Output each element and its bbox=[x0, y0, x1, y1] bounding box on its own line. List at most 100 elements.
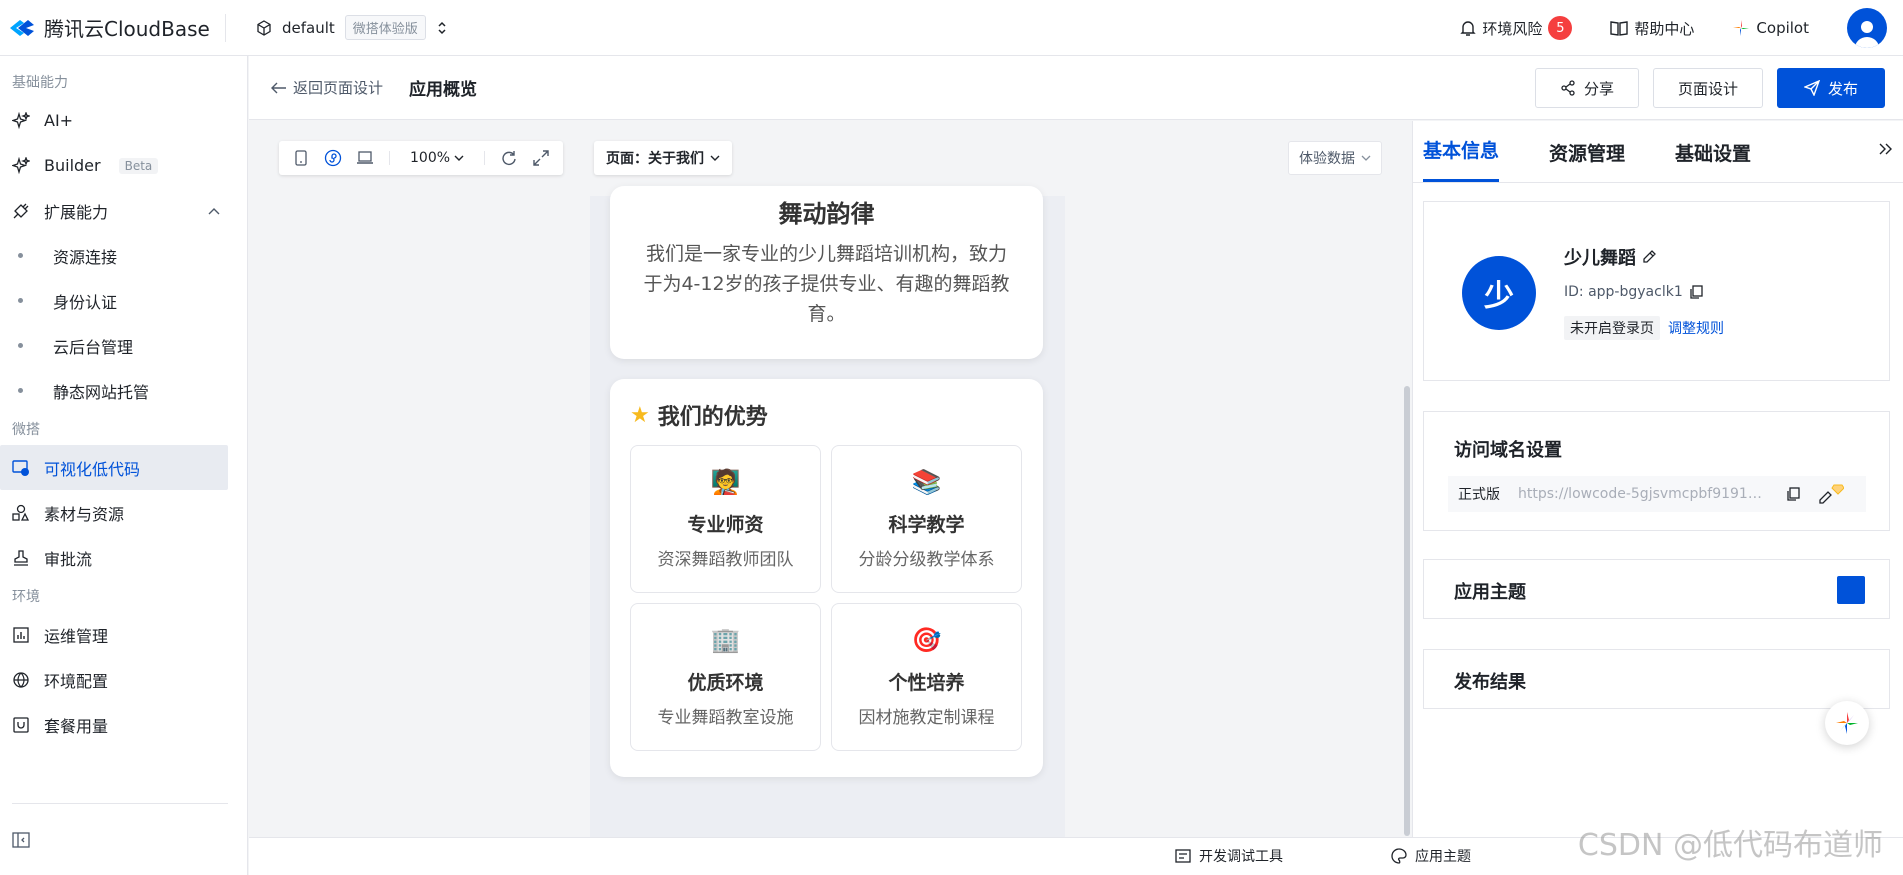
star-icon: ★ bbox=[630, 402, 650, 428]
intro-text: 我们是一家专业的少儿舞蹈培训机构，致力于为4-12岁的孩子提供专业、有趣的舞蹈教… bbox=[643, 243, 1010, 325]
tab-basic-settings[interactable]: 基础设置 bbox=[1675, 139, 1751, 182]
copy-icon[interactable] bbox=[1786, 487, 1800, 501]
sidebar-item-approval[interactable]: 审批流 bbox=[0, 535, 228, 580]
help-center-link[interactable]: 帮助中心 bbox=[1610, 18, 1694, 39]
lowcode-icon bbox=[12, 459, 29, 476]
sparkle-icon bbox=[12, 111, 30, 129]
theme-button[interactable]: 应用主题 bbox=[1391, 846, 1471, 866]
palette-icon bbox=[1391, 848, 1407, 864]
sidebar-item-ops[interactable]: 运维管理 bbox=[0, 612, 228, 657]
miniprogram-view-button[interactable] bbox=[319, 144, 347, 172]
page-select[interactable]: 页面：关于我们 bbox=[594, 141, 732, 175]
feature-card[interactable]: 📚 科学教学 分龄分级教学体系 bbox=[831, 445, 1022, 593]
books-icon: 📚 bbox=[911, 468, 942, 496]
sidebar-item-env-config-label: 环境配置 bbox=[44, 671, 109, 691]
feature-card[interactable]: 🏢 优质环境 专业舞蹈教室设施 bbox=[630, 603, 821, 751]
package-icon bbox=[13, 716, 29, 733]
mobile-view-button[interactable] bbox=[287, 144, 315, 172]
sidebar-item-approval-label: 审批流 bbox=[44, 549, 93, 569]
experience-data-select[interactable]: 体验数据 bbox=[1288, 141, 1382, 175]
page-title: 应用概览 bbox=[409, 80, 478, 100]
bullet-dot bbox=[18, 298, 23, 303]
sidebar-item-resource-connect[interactable]: 资源连接 bbox=[0, 233, 228, 278]
sidebar-item-ai[interactable]: AI+ bbox=[0, 98, 228, 143]
canvas-scrollbar[interactable] bbox=[1404, 386, 1410, 836]
copilot-float-button[interactable] bbox=[1825, 701, 1869, 745]
feature-card[interactable]: 🎯 个性培养 因材施教定制课程 bbox=[831, 603, 1022, 751]
devtools-button[interactable]: 开发调试工具 bbox=[1175, 846, 1283, 866]
advantages-title: 我们的优势 bbox=[657, 405, 768, 430]
section-weida: 微搭 bbox=[12, 422, 40, 438]
tab-resource-management[interactable]: 资源管理 bbox=[1549, 139, 1625, 182]
teacher-icon: 🧑‍🏫 bbox=[710, 468, 741, 496]
double-chevron-right-icon[interactable] bbox=[1879, 143, 1893, 155]
sidebar-item-lowcode-label: 可视化低代码 bbox=[44, 459, 141, 479]
zoom-select[interactable]: 100% bbox=[400, 150, 474, 166]
feature-card[interactable]: 🧑‍🏫 专业师资 资深舞蹈教师团队 bbox=[630, 445, 821, 593]
env-risk-button[interactable]: 环境风险 5 bbox=[1460, 16, 1573, 40]
sidebar-item-builder[interactable]: Builder Beta bbox=[0, 143, 228, 188]
sidebar-item-plan-usage[interactable]: 套餐用量 bbox=[0, 702, 228, 747]
sidebar-item-materials[interactable]: 素材与资源 bbox=[0, 490, 228, 535]
refresh-button[interactable] bbox=[495, 144, 523, 172]
adjust-rules-link[interactable]: 调整规则 bbox=[1668, 318, 1724, 338]
cube-icon bbox=[257, 19, 271, 36]
sidebar-collapse-icon[interactable] bbox=[12, 832, 30, 848]
copilot-label: Copilot bbox=[1756, 19, 1809, 37]
design-canvas: 100% 页面：关于我们 体验数据 舞动韵律 我们是一家专业的少儿舞蹈培训机构，… bbox=[249, 121, 1412, 837]
phone-preview: 舞动韵律 我们是一家专业的少儿舞蹈培训机构，致力于为4-12岁的孩子提供专业、有… bbox=[590, 186, 1065, 837]
sidebar-item-extensions-label: 扩展能力 bbox=[44, 202, 109, 222]
back-to-page-design-link[interactable]: 返回页面设计 bbox=[271, 77, 383, 98]
env-selector[interactable]: default 微搭体验版 bbox=[256, 15, 448, 40]
login-status-tag: 未开启登录页 bbox=[1564, 316, 1660, 340]
sidebar-item-materials-label: 素材与资源 bbox=[44, 504, 125, 524]
app-avatar: 少 bbox=[1462, 256, 1536, 330]
intro-title: 舞动韵律 bbox=[778, 200, 875, 228]
pencil-icon[interactable] bbox=[1642, 250, 1656, 264]
sidebar-item-extensions[interactable]: 扩展能力 bbox=[0, 188, 228, 233]
desktop-view-button[interactable] bbox=[351, 144, 379, 172]
publish-button[interactable]: 发布 bbox=[1776, 68, 1885, 108]
sidebar-item-auth[interactable]: 身份认证 bbox=[0, 278, 228, 323]
devtools-label: 开发调试工具 bbox=[1199, 849, 1283, 865]
app-id-row: ID: app-bgyaclk1 bbox=[1564, 284, 1703, 300]
app-theme-card[interactable]: 应用主题 bbox=[1423, 559, 1890, 619]
edit-premium-icon[interactable] bbox=[1818, 483, 1844, 505]
preview-toolbar: 100% bbox=[279, 141, 564, 175]
theme-color-swatch[interactable] bbox=[1837, 576, 1865, 604]
sidebar-item-ai-label: AI+ bbox=[44, 111, 74, 130]
copy-icon[interactable] bbox=[1689, 285, 1703, 299]
copilot-button[interactable]: Copilot bbox=[1732, 19, 1809, 37]
globe-icon bbox=[13, 671, 29, 688]
page-design-button[interactable]: 页面设计 bbox=[1652, 68, 1763, 108]
publish-label: 发布 bbox=[1827, 79, 1858, 98]
sidebar-item-env-config[interactable]: 环境配置 bbox=[0, 657, 228, 702]
sparkle-icon bbox=[12, 156, 30, 174]
sidebar-item-static-hosting-label: 静态网站托管 bbox=[53, 382, 150, 402]
feature-desc: 分龄分级教学体系 bbox=[858, 550, 995, 570]
share-label: 分享 bbox=[1583, 79, 1614, 98]
brand[interactable]: 腾讯云CloudBase bbox=[0, 13, 226, 42]
feature-desc: 专业舞蹈教室设施 bbox=[657, 708, 794, 728]
fullscreen-button[interactable] bbox=[527, 144, 555, 172]
domain-url[interactable]: https://lowcode-5gjsvmcpbf91914b... bbox=[1518, 486, 1768, 502]
page-design-label: 页面设计 bbox=[1677, 79, 1738, 98]
share-button[interactable]: 分享 bbox=[1534, 68, 1639, 108]
feature-desc: 因材施教定制课程 bbox=[858, 708, 995, 728]
sidebar-item-auth-label: 身份认证 bbox=[53, 292, 118, 312]
sidebar-item-lowcode[interactable]: 可视化低代码 bbox=[0, 445, 228, 490]
devtools-icon bbox=[1175, 849, 1191, 863]
advantages-card[interactable]: ★ 我们的优势 🧑‍🏫 专业师资 资深舞蹈教师团队 📚 科学教学 分龄分级教学体… bbox=[610, 379, 1043, 777]
copilot-icon bbox=[1836, 712, 1858, 734]
theme-label: 应用主题 bbox=[1415, 849, 1471, 865]
tab-basic-info[interactable]: 基本信息 bbox=[1423, 136, 1500, 182]
domain-settings-title: 访问域名设置 bbox=[1454, 440, 1562, 461]
domain-env-label: 正式版 bbox=[1458, 487, 1500, 503]
miniprogram-icon bbox=[324, 149, 342, 167]
cloudbase-logo-icon bbox=[10, 19, 34, 36]
user-avatar[interactable] bbox=[1847, 8, 1887, 48]
env-name: default bbox=[282, 18, 335, 37]
sidebar-item-static-hosting[interactable]: 静态网站托管 bbox=[0, 368, 228, 413]
intro-card[interactable]: 舞动韵律 我们是一家专业的少儿舞蹈培训机构，致力于为4-12岁的孩子提供专业、有… bbox=[610, 186, 1043, 359]
sidebar-item-cloud-admin[interactable]: 云后台管理 bbox=[0, 323, 228, 368]
